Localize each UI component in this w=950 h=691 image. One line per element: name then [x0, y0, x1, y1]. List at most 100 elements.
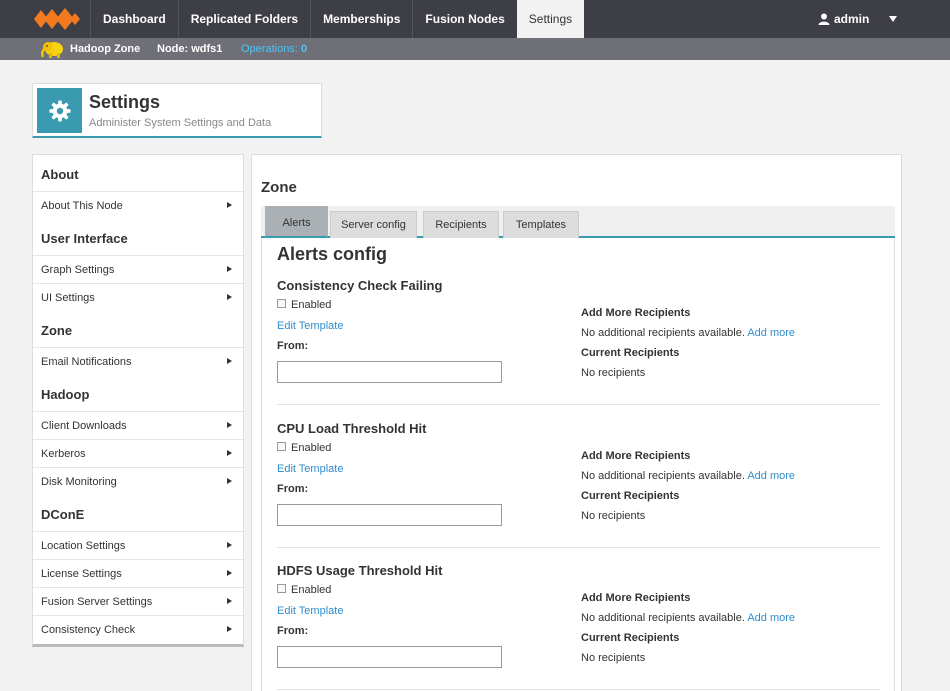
sidebar-section-zone: Zone — [41, 323, 73, 338]
caret-right-icon — [227, 570, 232, 576]
caret-right-icon — [227, 358, 232, 364]
caret-right-icon — [227, 202, 232, 208]
settings-sidebar: About About This Node User Interface Graph … — [32, 154, 244, 647]
add-more-recipients-text: No additional recipients available. Add … — [581, 612, 796, 624]
sidebar-item-label: Client Downloads — [41, 420, 127, 432]
sidebar-item-label: Email Notifications — [41, 356, 132, 368]
sidebar-item-label: Consistency Check — [41, 624, 136, 636]
from-input[interactable] — [277, 646, 502, 668]
current-recipients-heading: Current Recipients — [581, 490, 680, 502]
settings-content-panel: Zone Alerts Server config Recipients Templa… — [251, 154, 902, 691]
from-input[interactable] — [277, 504, 502, 526]
sidebar-item-about-this-node[interactable]: About This Node — [33, 191, 243, 219]
zone-name[interactable]: Hadoop Zone — [70, 43, 140, 55]
caret-right-icon — [227, 266, 232, 272]
sidebar-item-email-notifications[interactable]: Email Notifications — [33, 347, 243, 375]
sidebar-item-ui-settings[interactable]: UI Settings — [33, 283, 243, 311]
username: admin — [834, 12, 870, 26]
alert-hdfs-usage-threshold-hit: HDFS Usage Threshold Hit Enabled Edit Temp… — [277, 563, 880, 691]
sidebar-section-dcone: DConE — [41, 507, 85, 522]
nav-replicated-folders[interactable]: Replicated Folders — [177, 0, 310, 38]
settings-header-icon-box — [37, 88, 82, 133]
enabled-checkbox[interactable] — [277, 584, 286, 593]
nav-dashboard[interactable]: Dashboard — [90, 0, 178, 38]
sidebar-item-label: Location Settings — [41, 540, 126, 552]
sidebar-item-label: License Settings — [41, 568, 122, 580]
enabled-label: Enabled — [291, 584, 332, 596]
sidebar-item-location-settings[interactable]: Location Settings — [33, 531, 243, 559]
sidebar-item-label: Graph Settings — [41, 264, 115, 276]
page-subtitle: Administer System Settings and Data — [89, 117, 272, 129]
alert-name: CPU Load Threshold Hit — [277, 421, 427, 436]
current-recipients-text: No recipients — [581, 652, 646, 664]
add-more-recipients-text: No additional recipients available. Add … — [581, 470, 796, 482]
sidebar-section-about: About — [41, 167, 79, 182]
sidebar-item-consistency-check[interactable]: Consistency Check — [33, 615, 243, 643]
from-input[interactable] — [277, 361, 502, 383]
chevron-down-icon[interactable] — [888, 14, 898, 24]
wandisco-logo-icon[interactable] — [34, 7, 80, 31]
sidebar-item-license-settings[interactable]: License Settings — [33, 559, 243, 587]
caret-right-icon — [227, 542, 232, 548]
caret-right-icon — [227, 450, 232, 456]
user-menu-button[interactable]: admin — [818, 0, 869, 38]
alert-name: Consistency Check Failing — [277, 278, 443, 293]
add-more-recipients-text: No additional recipients available. Add … — [581, 327, 796, 339]
zone-status-bar: Hadoop Zone Node: wdfs1 Operations: 0 — [0, 38, 950, 60]
current-recipients-text: No recipients — [581, 510, 646, 522]
sidebar-item-disk-monitoring[interactable]: Disk Monitoring — [33, 467, 243, 495]
add-more-recipients-heading: Add More Recipients — [581, 307, 691, 319]
enabled-checkbox[interactable] — [277, 442, 286, 451]
add-more-recipients-heading: Add More Recipients — [581, 592, 691, 604]
edit-template-link[interactable]: Edit Template — [277, 463, 343, 475]
edit-template-link[interactable]: Edit Template — [277, 605, 343, 617]
alert-cpu-load-threshold-hit: CPU Load Threshold Hit Enabled Edit Templa… — [277, 421, 880, 564]
tab-recipients[interactable]: Recipients — [423, 211, 499, 238]
current-recipients-text: No recipients — [581, 367, 646, 379]
main-nav: Dashboard Replicated Folders Memberships Fu… — [90, 0, 585, 38]
current-recipients-heading: Current Recipients — [581, 632, 680, 644]
top-navbar: Dashboard Replicated Folders Memberships Fu… — [0, 0, 950, 38]
nav-settings[interactable]: Settings — [516, 0, 585, 38]
caret-right-icon — [227, 626, 232, 632]
caret-right-icon — [227, 294, 232, 300]
tab-templates[interactable]: Templates — [503, 211, 579, 238]
nav-fusion-nodes[interactable]: Fusion Nodes — [412, 0, 516, 38]
sidebar-section-hadoop: Hadoop — [41, 387, 90, 402]
alerts-config-title: Alerts config — [277, 244, 388, 264]
sidebar-item-label: Disk Monitoring — [41, 476, 117, 488]
sidebar-item-kerberos[interactable]: Kerberos — [33, 439, 243, 467]
add-more-link[interactable]: Add more — [747, 470, 795, 482]
gear-icon — [48, 99, 71, 122]
node-name: wdfs1 — [191, 43, 223, 55]
sidebar-item-label: About This Node — [41, 200, 123, 212]
sidebar-item-fusion-server-settings[interactable]: Fusion Server Settings — [33, 587, 243, 615]
tab-alerts[interactable]: Alerts — [265, 206, 328, 238]
edit-template-link[interactable]: Edit Template — [277, 320, 343, 332]
divider — [277, 689, 880, 690]
caret-right-icon — [227, 598, 232, 604]
node-indicator: Node: wdfs1 — [157, 43, 223, 55]
divider — [277, 547, 880, 548]
enabled-label: Enabled — [291, 442, 332, 454]
alert-consistency-check-failing: Consistency Check Failing Enabled Edit Tem… — [277, 278, 880, 421]
section-title: Zone — [261, 179, 297, 196]
alerts-config-panel: Alerts config Consistency Check Failing E… — [261, 238, 895, 691]
from-label: From: — [277, 625, 309, 637]
hadoop-elephant-icon — [40, 42, 63, 58]
caret-right-icon — [227, 422, 232, 428]
tab-server-config[interactable]: Server config — [330, 211, 417, 238]
page-title: Settings — [89, 92, 161, 112]
operations-count: 0 — [300, 43, 308, 55]
operations-indicator[interactable]: Operations: 0 — [241, 43, 307, 55]
sidebar-item-client-downloads[interactable]: Client Downloads — [33, 411, 243, 439]
nav-memberships[interactable]: Memberships — [310, 0, 412, 38]
enabled-checkbox[interactable] — [277, 299, 286, 308]
user-icon — [818, 13, 830, 25]
add-more-link[interactable]: Add more — [747, 327, 795, 339]
add-more-link[interactable]: Add more — [747, 612, 795, 624]
add-more-recipients-heading: Add More Recipients — [581, 450, 691, 462]
sidebar-item-graph-settings[interactable]: Graph Settings — [33, 255, 243, 283]
sidebar-item-label: Kerberos — [41, 448, 86, 460]
from-label: From: — [277, 340, 309, 352]
